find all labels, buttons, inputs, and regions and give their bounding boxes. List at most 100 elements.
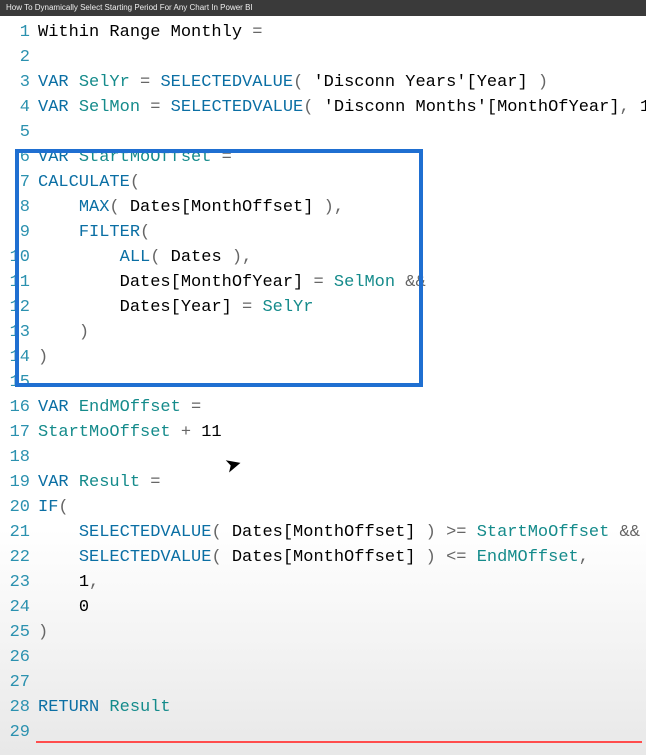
code-line[interactable]: 4 VAR SelMon = SELECTEDVALUE( 'Disconn M… xyxy=(0,95,646,120)
code-line[interactable]: 20 IF( xyxy=(0,495,646,520)
code-line[interactable]: 26 xyxy=(0,645,646,670)
line-number: 5 xyxy=(0,120,38,145)
line-number: 15 xyxy=(0,370,38,395)
code-line[interactable]: 28 RETURN Result xyxy=(0,695,646,720)
col-ref: Dates[MonthOffset] xyxy=(232,548,416,567)
code-line[interactable]: 11 Dates[MonthOfYear] = SelMon && xyxy=(0,270,646,295)
op-and: && xyxy=(620,523,640,542)
fn-all: ALL xyxy=(120,248,151,267)
measure-name: Within Range Monthly xyxy=(38,23,242,42)
col-ref: Dates[MonthOffset] xyxy=(232,523,416,542)
line-number: 7 xyxy=(0,170,38,195)
col-ref: 'Disconn Months'[MonthOfYear] xyxy=(324,98,620,117)
code-line[interactable]: 25 ) xyxy=(0,620,646,645)
line-number: 14 xyxy=(0,345,38,370)
line-number: 4 xyxy=(0,95,38,120)
line-number: 27 xyxy=(0,670,38,695)
line-number: 12 xyxy=(0,295,38,320)
code-line[interactable]: 6 VAR StartMoOffset = xyxy=(0,145,646,170)
code-line[interactable]: 13 ) xyxy=(0,320,646,345)
literal-eleven: 11 xyxy=(201,423,221,442)
kw-var: VAR xyxy=(38,473,69,492)
code-line[interactable]: 17 StartMoOffset + 11 xyxy=(0,420,646,445)
var-ref-endmoffset: EndMOffset xyxy=(477,548,579,567)
code-line[interactable]: 27 xyxy=(0,670,646,695)
line-number: 13 xyxy=(0,320,38,345)
code-line[interactable]: 3 VAR SelYr = SELECTEDVALUE( 'Disconn Ye… xyxy=(0,70,646,95)
line-number: 3 xyxy=(0,70,38,95)
code-line[interactable]: 1 Within Range Monthly = xyxy=(0,20,646,45)
var-startmooffset: StartMoOffset xyxy=(79,148,212,167)
fn-selectedvalue: SELECTEDVALUE xyxy=(79,523,212,542)
line-number: 23 xyxy=(0,570,38,595)
fn-selectedvalue: SELECTEDVALUE xyxy=(79,548,212,567)
kw-var: VAR xyxy=(38,148,69,167)
code-line[interactable]: 16 VAR EndMOffset = xyxy=(0,395,646,420)
literal-one: 1 xyxy=(640,98,646,117)
var-ref-startmooffset: StartMoOffset xyxy=(38,423,171,442)
code-line[interactable]: 2 xyxy=(0,45,646,70)
line-number: 16 xyxy=(0,395,38,420)
line-number: 6 xyxy=(0,145,38,170)
code-line[interactable]: 8 MAX( Dates[MonthOffset] ), xyxy=(0,195,646,220)
op-lte: <= xyxy=(446,548,466,567)
col-ref: Dates[Year] xyxy=(120,298,232,317)
line-number: 19 xyxy=(0,470,38,495)
code-line[interactable]: 18 xyxy=(0,445,646,470)
line-number: 17 xyxy=(0,420,38,445)
kw-var: VAR xyxy=(38,73,69,92)
kw-return: RETURN xyxy=(38,698,99,717)
code-line[interactable]: 14 ) xyxy=(0,345,646,370)
line-number: 24 xyxy=(0,595,38,620)
progress-bar-icon xyxy=(36,741,642,743)
code-line[interactable]: 24 0 xyxy=(0,595,646,620)
var-selyr: SelYr xyxy=(79,73,130,92)
code-line[interactable]: 10 ALL( Dates ), xyxy=(0,245,646,270)
line-number: 18 xyxy=(0,445,38,470)
kw-var: VAR xyxy=(38,398,69,417)
kw-var: VAR xyxy=(38,98,69,117)
fn-selectedvalue: SELECTEDVALUE xyxy=(171,98,304,117)
code-line[interactable]: 9 FILTER( xyxy=(0,220,646,245)
col-ref: 'Disconn Years'[Year] xyxy=(313,73,527,92)
fn-calculate: CALCULATE xyxy=(38,173,130,192)
line-number: 25 xyxy=(0,620,38,645)
code-line[interactable]: 7 CALCULATE( xyxy=(0,170,646,195)
code-line[interactable]: 23 1, xyxy=(0,570,646,595)
tbl-ref: Dates xyxy=(171,248,222,267)
var-ref-result: Result xyxy=(109,698,170,717)
var-ref-selyr: SelYr xyxy=(262,298,313,317)
code-line[interactable]: 15 xyxy=(0,370,646,395)
line-number: 10 xyxy=(0,245,38,270)
var-result: Result xyxy=(79,473,140,492)
line-number: 20 xyxy=(0,495,38,520)
literal-zero: 0 xyxy=(79,598,89,617)
code-line[interactable]: 19 VAR Result = xyxy=(0,470,646,495)
op-equals: = xyxy=(242,23,262,42)
op-and: && xyxy=(405,273,425,292)
code-line[interactable]: 29 xyxy=(0,720,646,745)
code-line[interactable]: 22 SELECTEDVALUE( Dates[MonthOffset] ) <… xyxy=(0,545,646,570)
col-ref: Dates[MonthOfYear] xyxy=(120,273,304,292)
code-line[interactable]: 5 xyxy=(0,120,646,145)
line-number: 2 xyxy=(0,45,38,70)
line-number: 1 xyxy=(0,20,38,45)
line-number: 11 xyxy=(0,270,38,295)
op-gte: >= xyxy=(446,523,466,542)
line-number: 28 xyxy=(0,695,38,720)
code-line[interactable]: 21 SELECTEDVALUE( Dates[MonthOffset] ) >… xyxy=(0,520,646,545)
dax-editor[interactable]: ➤ 1 Within Range Monthly = 2 3 VAR SelYr… xyxy=(0,16,646,745)
fn-max: MAX xyxy=(79,198,110,217)
col-ref: Dates[MonthOffset] xyxy=(130,198,314,217)
fn-selectedvalue: SELECTEDVALUE xyxy=(160,73,293,92)
var-endmoffset: EndMOffset xyxy=(79,398,181,417)
window-title-text: How To Dynamically Select Starting Perio… xyxy=(6,3,253,12)
code-line[interactable]: 12 Dates[Year] = SelYr xyxy=(0,295,646,320)
var-ref-startmooffset: StartMoOffset xyxy=(477,523,610,542)
window-title-bar: How To Dynamically Select Starting Perio… xyxy=(0,0,646,16)
line-number: 21 xyxy=(0,520,38,545)
line-number: 26 xyxy=(0,645,38,670)
fn-if: IF xyxy=(38,498,58,517)
var-ref-selmon: SelMon xyxy=(334,273,395,292)
fn-filter: FILTER xyxy=(79,223,140,242)
